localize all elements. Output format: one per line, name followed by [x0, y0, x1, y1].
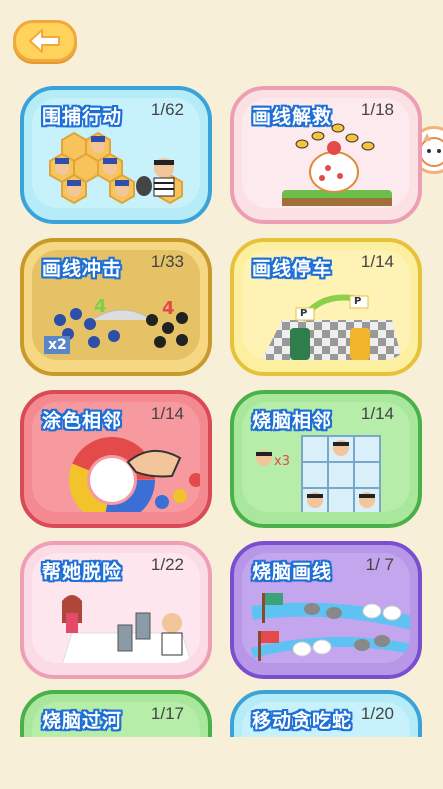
- game-card-help-escape[interactable]: 帮她脱险 1/22: [20, 541, 212, 679]
- parking-label: P: [300, 308, 308, 319]
- game-card-brain-adjacent[interactable]: x3 烧脑相邻 1/14: [230, 390, 422, 528]
- level-count: 1/33: [150, 252, 184, 271]
- game-title: 画线解救: [252, 106, 333, 128]
- game-title: 画线停车: [252, 258, 333, 280]
- game-grid: 围捕行动 1/62 画线解救 1/18 x2 4 4 画线冲击 1/33 P P…: [0, 0, 443, 737]
- game-title: 围捕行动: [42, 106, 123, 128]
- game-card-brain-draw[interactable]: 烧脑画线 1/ 7: [230, 541, 422, 679]
- game-card-move-snake[interactable]: 移动贪吃蛇 1/20: [230, 690, 422, 737]
- game-title: 烧脑过河: [42, 710, 123, 732]
- game-title: 帮她脱险: [42, 561, 123, 583]
- game-card-color-adjacent[interactable]: 涂色相邻 1/14: [20, 390, 212, 528]
- level-count: 1/62: [150, 100, 184, 119]
- level-count: 1/17: [150, 704, 184, 723]
- level-count: 1/20: [360, 704, 394, 723]
- thief-figure: [136, 158, 175, 197]
- game-card-draw-parking[interactable]: P P 画线停车 1/14: [230, 238, 422, 376]
- level-count: 1/18: [360, 100, 394, 119]
- level-count: 1/ 7: [365, 555, 394, 574]
- game-title: 涂色相邻: [42, 410, 123, 432]
- game-card-roundup[interactable]: 围捕行动 1/62: [20, 86, 212, 224]
- crowd-count-label: 4: [94, 296, 107, 317]
- game-title: 画线冲击: [42, 258, 123, 280]
- game-card-draw-charge[interactable]: x2 4 4 画线冲击 1/33: [20, 238, 212, 376]
- game-title: 烧脑画线: [252, 561, 333, 583]
- multiplier-label: x2: [48, 337, 67, 353]
- crowd-count-label: 4: [162, 298, 175, 319]
- level-count: 1/22: [150, 555, 184, 574]
- game-title: 烧脑相邻: [252, 410, 333, 432]
- multiplier-label: x3: [274, 454, 290, 469]
- game-title: 移动贪吃蛇: [252, 710, 353, 732]
- parking-label: P: [354, 296, 362, 307]
- level-count: 1/14: [360, 404, 394, 423]
- game-card-draw-rescue[interactable]: 画线解救 1/18: [230, 86, 422, 224]
- level-count: 1/14: [360, 252, 394, 271]
- level-count: 1/14: [150, 404, 184, 423]
- game-card-cross-river[interactable]: 烧脑过河 1/17: [20, 690, 212, 737]
